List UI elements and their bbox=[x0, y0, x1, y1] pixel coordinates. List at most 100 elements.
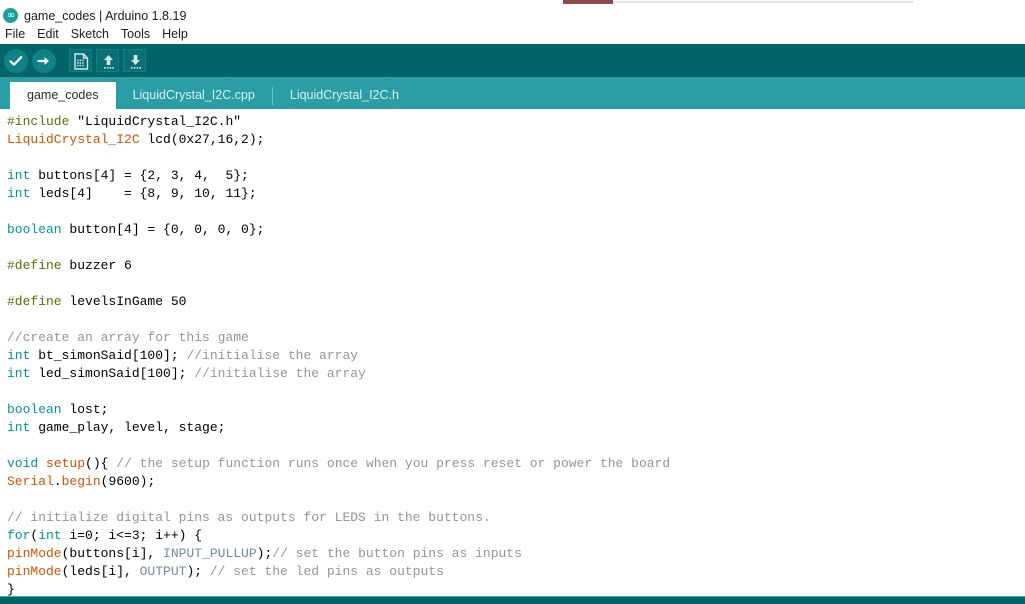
code-token-plain: buzzer 6 bbox=[61, 258, 132, 273]
code-line: void setup(){ // the setup function runs… bbox=[7, 455, 1025, 473]
menu-item-file[interactable]: File bbox=[5, 27, 32, 41]
code-line: int game_play, level, stage; bbox=[7, 419, 1025, 437]
code-token-kw: boolean bbox=[7, 402, 62, 417]
code-token-pre: #define bbox=[7, 258, 62, 273]
code-token-plain: leds[4] = {8, 9, 10, 11}; bbox=[30, 186, 257, 201]
code-token-plain: } bbox=[7, 582, 15, 596]
tab-liquidcrystal-i2c-cpp[interactable]: LiquidCrystal_I2C.cpp bbox=[116, 82, 272, 109]
code-token-plain: game_play, level, stage; bbox=[30, 420, 226, 435]
code-token-plain: "LiquidCrystal_I2C.h" bbox=[77, 114, 242, 129]
code-token-kw: boolean bbox=[7, 222, 62, 237]
code-token-plain: buttons[4] = {2, 3, 4, 5}; bbox=[30, 168, 249, 183]
code-token-kw: int bbox=[7, 186, 31, 201]
code-token-plain: ); bbox=[256, 546, 273, 561]
code-line: int leds[4] = {8, 9, 10, 11}; bbox=[7, 185, 1025, 203]
code-token-plain: ); bbox=[186, 564, 210, 579]
code-token-fn: pinMode bbox=[7, 564, 62, 579]
status-bar bbox=[0, 596, 1025, 604]
code-editor[interactable]: #include "LiquidCrystal_I2C.h" LiquidCrys… bbox=[0, 109, 1025, 596]
code-token-kw: int bbox=[7, 348, 31, 363]
window-title-bar: ∞ game_codes | Arduino 1.8.19 bbox=[0, 6, 1025, 25]
code-token-com: // the setup function runs once when you… bbox=[116, 456, 671, 471]
code-token-fn: begin bbox=[61, 474, 101, 489]
code-token-plain: lcd(0x27,16,2); bbox=[139, 132, 265, 147]
code-token-plain: (){ bbox=[85, 456, 117, 471]
code-token-kw: int bbox=[7, 168, 31, 183]
upload-button[interactable] bbox=[32, 48, 56, 73]
code-line: #include "LiquidCrystal_I2C.h" bbox=[7, 113, 1025, 131]
save-sketch-button[interactable] bbox=[123, 49, 146, 72]
code-token-fn: setup bbox=[46, 456, 86, 471]
tab-liquidcrystal-i2c-h[interactable]: LiquidCrystal_I2C.h bbox=[273, 82, 416, 109]
code-token-com: //create an array for this game bbox=[7, 330, 249, 345]
menu-item-help[interactable]: Help bbox=[162, 27, 195, 41]
code-token-plain: lost; bbox=[61, 402, 109, 417]
code-line: #define levelsInGame 50 bbox=[7, 293, 1025, 311]
code-token-plain: levelsInGame 50 bbox=[61, 294, 187, 309]
code-token-com: // set the button pins as inputs bbox=[272, 546, 522, 561]
code-token-com: //initialise the array bbox=[194, 366, 366, 381]
code-line: //create an array for this game bbox=[7, 329, 1025, 347]
code-line: int buttons[4] = {2, 3, 4, 5}; bbox=[7, 167, 1025, 185]
code-token-type: Serial bbox=[7, 474, 54, 489]
menu-bar: File Edit Sketch Tools Help bbox=[0, 25, 1025, 43]
artifact-dark-bar bbox=[563, 0, 613, 4]
code-token-plain: bt_simonSaid[100]; bbox=[30, 348, 187, 363]
code-token-plain: button[4] = {0, 0, 0, 0}; bbox=[61, 222, 265, 237]
code-line: for(int i=0; i<=3; i++) { bbox=[7, 527, 1025, 545]
code-token-plain: (buttons[i], bbox=[61, 546, 164, 561]
code-line: pinMode(buttons[i], INPUT_PULLUP);// set… bbox=[7, 545, 1025, 563]
code-token-com: // set the led pins as outputs bbox=[209, 564, 444, 579]
code-line: #define buzzer 6 bbox=[7, 257, 1025, 275]
code-token-pre: #define bbox=[7, 294, 62, 309]
window-title: game_codes | Arduino 1.8.19 bbox=[24, 8, 187, 23]
code-token-com: //initialise the array bbox=[186, 348, 359, 363]
code-token-plain: i=0; i<=3; i++) { bbox=[61, 528, 203, 543]
arrow-right-icon bbox=[37, 56, 49, 65]
arrow-up-icon bbox=[104, 55, 114, 69]
new-sketch-button[interactable] bbox=[69, 49, 92, 72]
tab-game-codes[interactable]: game_codes bbox=[10, 82, 116, 109]
check-icon bbox=[9, 55, 23, 66]
code-token-plain: led_simonSaid[100]; bbox=[30, 366, 195, 381]
code-token-kw: for bbox=[7, 528, 31, 543]
code-line: int bt_simonSaid[100]; //initialise the … bbox=[7, 347, 1025, 365]
artifact-light-bar bbox=[613, 1, 913, 3]
menu-item-tools[interactable]: Tools bbox=[121, 27, 157, 41]
code-token-kw: int bbox=[7, 420, 31, 435]
code-token-plain: (leds[i], bbox=[61, 564, 140, 579]
code-token-fn: pinMode bbox=[7, 546, 62, 561]
code-token-const: INPUT_PULLUP bbox=[163, 546, 257, 561]
code-token-com: // initialize digital pins as outputs fo… bbox=[7, 510, 491, 525]
toolbar bbox=[0, 44, 1025, 77]
code-token-kw: void bbox=[7, 456, 39, 471]
verify-button[interactable] bbox=[4, 48, 28, 73]
menu-item-sketch[interactable]: Sketch bbox=[71, 27, 116, 41]
code-token-kw: int bbox=[7, 366, 31, 381]
code-token-kw: int bbox=[38, 528, 62, 543]
code-line: boolean lost; bbox=[7, 401, 1025, 419]
code-token-plain: (9600); bbox=[100, 474, 156, 489]
code-token-type: LiquidCrystal_I2C bbox=[7, 132, 140, 147]
code-token-pre: #include bbox=[7, 114, 78, 129]
new-document-icon bbox=[74, 53, 89, 70]
code-line: } bbox=[7, 581, 1025, 596]
sketch-tab-strip: game_codes LiquidCrystal_I2C.cpp LiquidC… bbox=[0, 77, 1025, 109]
arduino-logo-glyph: ∞ bbox=[6, 10, 15, 21]
code-line: int led_simonSaid[100]; //initialise the… bbox=[7, 365, 1025, 383]
open-sketch-button[interactable] bbox=[96, 49, 119, 72]
code-token-const: OUTPUT bbox=[139, 564, 187, 579]
status-bar-highlight bbox=[0, 596, 1025, 597]
menu-item-edit[interactable]: Edit bbox=[37, 27, 66, 41]
arrow-down-icon bbox=[131, 55, 141, 69]
code-line: pinMode(leds[i], OUTPUT); // set the led… bbox=[7, 563, 1025, 581]
code-token-plain: . bbox=[53, 474, 62, 489]
